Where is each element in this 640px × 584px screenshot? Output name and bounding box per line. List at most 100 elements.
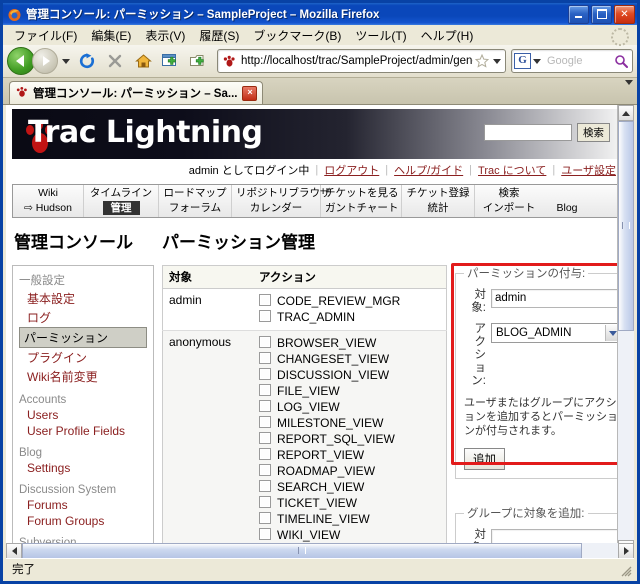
nav-roadmap-forum[interactable]: ロードマップ フォーラム — [159, 185, 232, 217]
nav-tickets-gantt[interactable]: チケットを見る ガントチャート — [321, 185, 402, 217]
url-text[interactable]: http://localhost/trac/SampleProject/admi… — [238, 55, 473, 67]
menu-item-bookmarks[interactable]: ブックマーク(B) — [246, 25, 348, 46]
nav-label-import[interactable]: インポート — [475, 201, 543, 216]
search-engine-dropdown-icon[interactable] — [531, 58, 543, 64]
nav-browser-calendar[interactable]: リポジトリブラウザ カレンダー — [232, 185, 331, 217]
sidebar-item-permissions[interactable]: パーミッション — [19, 327, 147, 348]
horizontal-scrollbar[interactable] — [6, 543, 634, 559]
sidebar-item-blog-settings[interactable]: Settings — [23, 460, 147, 476]
sidebar-item-basic-settings[interactable]: 基本設定 — [23, 289, 147, 308]
permission-checkbox[interactable] — [259, 399, 271, 412]
minimize-button[interactable] — [568, 4, 589, 24]
sidebar-item-forum-groups[interactable]: Forum Groups — [23, 513, 147, 529]
nav-label-forum[interactable]: フォーラム — [159, 201, 231, 216]
google-engine-icon[interactable]: G — [514, 53, 531, 69]
history-dropdown-icon[interactable] — [60, 58, 72, 64]
grant-submit-button[interactable]: 追加 — [464, 448, 505, 470]
permission-checkbox[interactable] — [259, 447, 271, 460]
permission-checkbox[interactable] — [259, 335, 271, 348]
permission-item[interactable]: CHANGESET_VIEW — [259, 351, 440, 367]
search-bar[interactable]: G Google — [511, 49, 633, 73]
permission-checkbox[interactable] — [259, 527, 271, 540]
nav-label-roadmap[interactable]: ロードマップ — [159, 186, 231, 201]
horizontal-scroll-track[interactable] — [22, 543, 618, 559]
nav-label-search[interactable]: 検索 — [475, 186, 543, 201]
permission-item[interactable]: TIMELINE_VIEW — [259, 511, 440, 527]
urlbar-dropdown-icon[interactable] — [491, 58, 503, 64]
sidebar-item-user-profile-fields[interactable]: User Profile Fields — [23, 423, 147, 439]
nav-label-blog[interactable]: Blog — [543, 201, 591, 216]
close-button[interactable]: ✕ — [614, 4, 635, 24]
nav-timeline-admin[interactable]: タイムライン 管理 — [84, 185, 159, 217]
vertical-scroll-thumb[interactable] — [618, 121, 634, 331]
sidebar-item-forums[interactable]: Forums — [23, 497, 147, 513]
browser-tab[interactable]: 管理コンソール: パーミッション – Sa... × — [9, 81, 264, 104]
permission-item[interactable]: SEARCH_VIEW — [259, 479, 440, 495]
nav-label-calendar[interactable]: カレンダー — [232, 201, 320, 216]
maximize-button[interactable] — [591, 4, 612, 24]
horizontal-scroll-thumb[interactable] — [22, 543, 583, 559]
menu-item-file[interactable]: ファイル(F) — [7, 25, 84, 46]
permission-checkbox[interactable] — [259, 479, 271, 492]
nav-label-new-ticket[interactable]: チケット登録 — [402, 186, 474, 201]
permission-item[interactable]: REPORT_SQL_VIEW — [259, 431, 440, 447]
tab-close-icon[interactable]: × — [242, 85, 258, 101]
url-bar[interactable]: http://localhost/trac/SampleProject/admi… — [217, 49, 506, 73]
trac-search-input[interactable] — [484, 124, 572, 141]
permission-checkbox[interactable] — [259, 495, 271, 508]
search-magnifier-icon[interactable] — [612, 48, 630, 74]
scroll-up-arrow[interactable] — [618, 105, 634, 121]
permission-item[interactable]: BROWSER_VIEW — [259, 335, 440, 351]
nav-label-timeline[interactable]: タイムライン — [84, 186, 158, 201]
metanav-help[interactable]: ヘルプ/ガイド — [394, 162, 463, 178]
metanav-logout[interactable]: ログアウト — [324, 162, 379, 178]
metanav-about[interactable]: Trac について — [478, 162, 546, 178]
permission-item[interactable]: WIKI_VIEW — [259, 527, 440, 543]
permission-checkbox[interactable] — [259, 431, 271, 444]
sidebar-item-logging[interactable]: ログ — [23, 308, 147, 327]
trac-search-button[interactable]: 検索 — [577, 123, 610, 142]
nav-wiki-hudson[interactable]: Wiki ⇨ Hudson — [13, 185, 84, 217]
nav-search-import[interactable]: 検索 インポート — [475, 185, 543, 217]
nav-label-admin-selected[interactable]: 管理 — [102, 201, 140, 215]
permission-checkbox[interactable] — [259, 415, 271, 428]
tab-list-dropdown-icon[interactable] — [625, 80, 633, 99]
nav-label-wiki[interactable]: Wiki — [13, 186, 83, 201]
metanav-prefs[interactable]: ユーザ設定 — [561, 162, 616, 178]
scroll-right-arrow[interactable] — [618, 543, 634, 559]
back-button[interactable] — [7, 47, 35, 75]
permission-item[interactable]: REPORT_VIEW — [259, 447, 440, 463]
nav-label-stats[interactable]: 統計 — [402, 201, 474, 216]
grant-action-select[interactable]: BLOG_ADMIN — [491, 323, 621, 343]
nav-label-browser[interactable]: リポジトリブラウザ — [232, 186, 331, 201]
permission-item[interactable]: CODE_REVIEW_MGR — [259, 293, 440, 309]
menu-item-history[interactable]: 履歴(S) — [192, 25, 246, 46]
new-tab-icon[interactable] — [186, 48, 212, 74]
sidebar-item-plugins[interactable]: プラグイン — [23, 348, 147, 367]
vertical-scroll-track[interactable] — [618, 121, 634, 540]
permission-item[interactable]: FILE_VIEW — [259, 383, 440, 399]
nav-label-view-tickets[interactable]: チケットを見る — [321, 186, 401, 201]
grant-subject-input[interactable]: admin — [491, 289, 621, 308]
nav-blog[interactable]: Blog — [543, 185, 591, 217]
scroll-left-arrow[interactable] — [6, 543, 22, 559]
permission-item[interactable]: TRAC_ADMIN — [259, 309, 440, 325]
bookmark-star-icon[interactable] — [473, 48, 491, 74]
permission-item[interactable]: DISCUSSION_VIEW — [259, 367, 440, 383]
permission-checkbox[interactable] — [259, 294, 271, 307]
vertical-scrollbar[interactable] — [617, 105, 634, 556]
home-icon[interactable] — [130, 48, 156, 74]
permission-checkbox[interactable] — [259, 351, 271, 364]
permission-item[interactable]: ROADMAP_VIEW — [259, 463, 440, 479]
sidebar-item-users[interactable]: Users — [23, 407, 147, 423]
search-input[interactable]: Google — [543, 55, 612, 67]
nav-label-gantt[interactable]: ガントチャート — [321, 201, 401, 216]
menu-item-tools[interactable]: ツール(T) — [348, 25, 413, 46]
permission-item[interactable]: LOG_VIEW — [259, 399, 440, 415]
permission-item[interactable]: TICKET_VIEW — [259, 495, 440, 511]
reload-icon[interactable] — [74, 48, 100, 74]
sidebar-item-wiki-rename[interactable]: Wiki名前変更 — [23, 367, 147, 386]
nav-newticket-stats[interactable]: チケット登録 統計 — [402, 185, 475, 217]
permission-checkbox[interactable] — [259, 463, 271, 476]
menu-item-help[interactable]: ヘルプ(H) — [414, 25, 481, 46]
